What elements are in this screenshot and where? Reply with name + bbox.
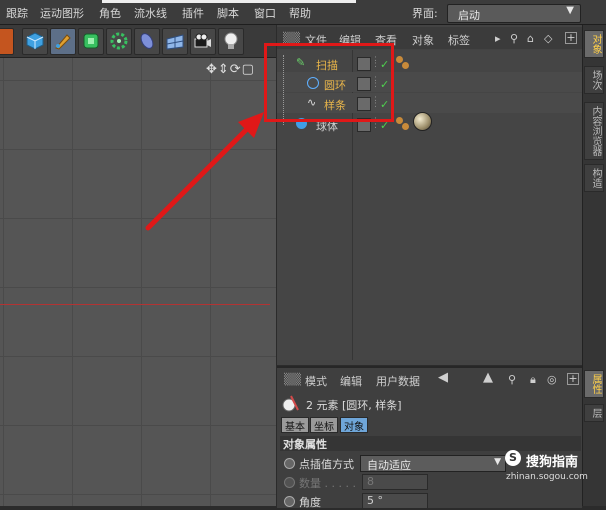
- sogou-logo-icon: S: [505, 450, 521, 466]
- subdivision-icon[interactable]: [78, 28, 104, 55]
- am-menu-userdata[interactable]: 用户数据: [376, 373, 420, 389]
- camera-icon[interactable]: [190, 28, 216, 55]
- up-arrow-icon[interactable]: ▲: [483, 370, 493, 385]
- watermark-url: zhinan.sogou.com: [506, 472, 588, 482]
- phong-tag-icon[interactable]: [396, 56, 403, 63]
- chevron-down-icon: ▼: [494, 457, 501, 467]
- om-menu-object[interactable]: 对象: [412, 32, 434, 48]
- tab-basic[interactable]: 基本: [281, 417, 309, 433]
- tab-object-props[interactable]: 对象: [340, 417, 368, 433]
- angle-label: 角度: [299, 496, 321, 509]
- count-radio[interactable]: [284, 477, 295, 488]
- viewport-nav-icons[interactable]: ✥⇕⟳▢: [206, 62, 255, 77]
- home-icon[interactable]: ⌂: [527, 32, 534, 45]
- light-icon[interactable]: [218, 28, 244, 55]
- cube-icon[interactable]: [22, 28, 48, 55]
- target-icon[interactable]: ◎: [547, 373, 557, 386]
- search-icon[interactable]: ⚲: [508, 373, 516, 386]
- chevron-right-icon[interactable]: ▸: [495, 32, 501, 45]
- section-title: 对象属性: [280, 436, 581, 451]
- angle-field[interactable]: 5 °: [362, 493, 428, 509]
- angle-value: 5 °: [367, 494, 383, 507]
- menu-pipeline[interactable]: 流水线: [134, 5, 167, 21]
- new-panel-icon[interactable]: +: [565, 32, 577, 44]
- x-axis-line: [0, 304, 270, 305]
- main-toolbar: [0, 25, 276, 58]
- tab-coord[interactable]: 坐标: [310, 417, 338, 433]
- selection-info: 2 元素 [圆环, 样条]: [306, 399, 402, 412]
- interp-select[interactable]: 自动适应 ▼: [360, 455, 506, 472]
- material-tag-icon[interactable]: [413, 112, 432, 131]
- interface-label: 界面:: [412, 7, 438, 20]
- menu-track[interactable]: 跟踪: [6, 5, 28, 21]
- search-icon[interactable]: ⚲: [510, 32, 518, 45]
- phong-tag-icon[interactable]: [402, 123, 409, 130]
- tab-objects[interactable]: 对象: [584, 30, 604, 58]
- tab-structure[interactable]: 构造: [584, 164, 604, 192]
- multi-object-icon: [282, 394, 300, 412]
- menu-script[interactable]: 脚本: [217, 5, 239, 21]
- watermark-brand: 搜狗指南: [526, 455, 579, 470]
- interp-radio[interactable]: [284, 458, 295, 469]
- am-menu-edit[interactable]: 编辑: [340, 373, 362, 389]
- menu-bar: 跟踪 运动图形 角色 流水线 插件 脚本 窗口 帮助 界面: 启动 ▼: [0, 0, 606, 25]
- phong-tag-icon[interactable]: [402, 62, 409, 69]
- menu-help[interactable]: 帮助: [289, 5, 311, 21]
- highlight-box: [264, 43, 394, 122]
- right-tab-column: [582, 25, 606, 506]
- tab-attributes[interactable]: 属性: [584, 370, 604, 398]
- menu-mograph[interactable]: 运动图形: [40, 5, 84, 21]
- tab-content-browser[interactable]: 内容浏览器: [584, 102, 604, 160]
- om-menu-tags[interactable]: 标签: [448, 32, 470, 48]
- back-arrow-icon[interactable]: ◀: [438, 370, 448, 385]
- menu-plugins[interactable]: 插件: [182, 5, 204, 21]
- tab-takes[interactable]: 场次: [584, 66, 604, 94]
- cloner-icon[interactable]: [106, 28, 132, 55]
- lock-icon[interactable]: 🔒︎: [530, 373, 536, 387]
- angle-radio[interactable]: [284, 496, 295, 507]
- interp-value: 自动适应: [367, 459, 411, 472]
- new-panel-icon[interactable]: +: [567, 373, 579, 385]
- tab-layers[interactable]: 层: [584, 404, 604, 422]
- deformer-icon[interactable]: [134, 28, 160, 55]
- count-label: 数量 . . . . .: [299, 477, 356, 490]
- undo-icon[interactable]: [0, 28, 14, 55]
- annotation-arrow: [145, 112, 264, 231]
- chevron-down-icon: ▼: [566, 5, 574, 16]
- count-field[interactable]: 8: [362, 474, 428, 490]
- pen-spline-icon[interactable]: [50, 28, 76, 55]
- floor-icon[interactable]: [162, 28, 188, 55]
- menu-character[interactable]: 角色: [99, 5, 121, 21]
- interp-label: 点插值方式: [299, 458, 354, 471]
- am-menu-mode[interactable]: 模式: [305, 373, 327, 389]
- interface-layout-value: 启动: [458, 9, 480, 22]
- interface-layout-select[interactable]: 启动 ▼: [447, 4, 581, 23]
- grip-icon: ▒▒: [284, 373, 301, 386]
- menu-window[interactable]: 窗口: [254, 5, 276, 21]
- phong-tag-icon[interactable]: [396, 117, 403, 124]
- eye-icon[interactable]: ◇: [544, 32, 552, 45]
- count-value: 8: [367, 475, 374, 488]
- title-strip: [102, 0, 356, 3]
